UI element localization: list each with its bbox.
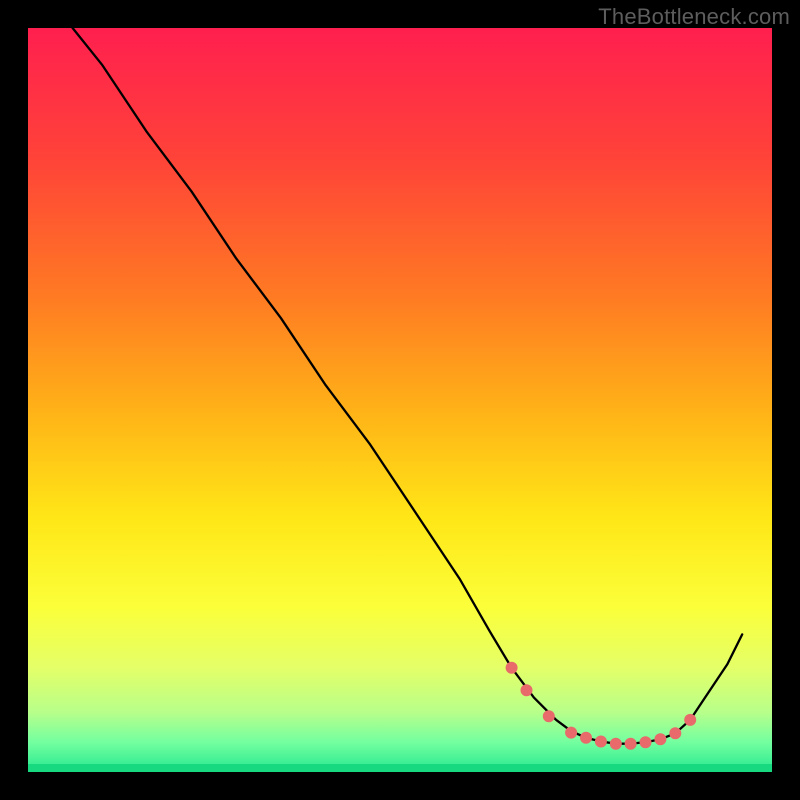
gradient-background [28, 28, 772, 772]
marker-dot [506, 662, 518, 674]
marker-dot [610, 738, 622, 750]
bottleneck-chart [28, 28, 772, 772]
marker-dot [640, 736, 652, 748]
marker-dot [684, 714, 696, 726]
marker-dot [654, 733, 666, 745]
chart-frame: TheBottleneck.com [0, 0, 800, 800]
marker-dot [669, 727, 681, 739]
marker-dot [625, 738, 637, 750]
watermark-text: TheBottleneck.com [598, 4, 790, 30]
marker-dot [543, 710, 555, 722]
bottom-green-band [28, 764, 772, 772]
marker-dot [521, 684, 533, 696]
marker-dot [580, 732, 592, 744]
marker-dot [565, 727, 577, 739]
marker-dot [595, 736, 607, 748]
